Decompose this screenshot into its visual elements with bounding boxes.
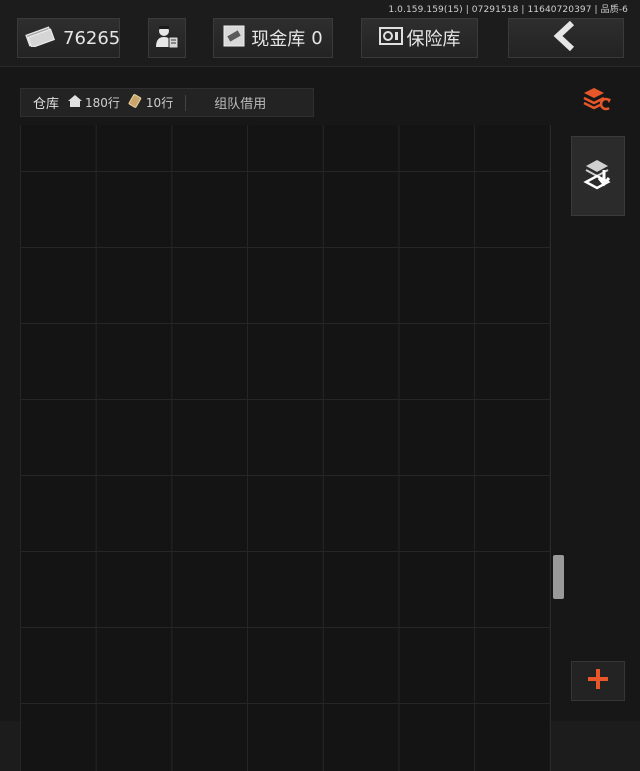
tab-team-borrow[interactable]: 组队借用 bbox=[214, 93, 266, 112]
agent-button[interactable] bbox=[148, 18, 186, 58]
money-display[interactable]: 76265 bbox=[17, 18, 120, 58]
top-bar: 76265 现金库 0 保险库 bbox=[0, 10, 640, 66]
money-icon bbox=[25, 25, 55, 51]
warehouse-tab-bar: 仓库 180行 10行 组队借用 bbox=[20, 88, 314, 117]
safe-vault-button[interactable]: 保险库 bbox=[361, 18, 478, 58]
warehouse-panel: 仓库 180行 10行 组队借用 bbox=[0, 66, 640, 771]
home-rows: 180行 bbox=[67, 94, 120, 111]
agent-icon bbox=[154, 23, 180, 53]
home-icon bbox=[67, 94, 83, 111]
add-button[interactable] bbox=[571, 661, 625, 701]
ticket-icon bbox=[128, 93, 144, 112]
back-button[interactable] bbox=[508, 18, 624, 58]
home-rows-value: 180行 bbox=[85, 96, 120, 110]
extra-rows: 10行 bbox=[128, 93, 173, 112]
import-icon bbox=[583, 157, 613, 195]
safe-icon bbox=[378, 26, 403, 50]
tab-warehouse[interactable]: 仓库 bbox=[33, 93, 59, 112]
cash-vault-icon bbox=[223, 25, 245, 51]
scrollbar-thumb[interactable] bbox=[553, 555, 564, 599]
cash-vault-value: 0 bbox=[311, 27, 323, 49]
scrollbar-track[interactable] bbox=[550, 125, 566, 771]
tab-divider bbox=[185, 94, 187, 111]
safe-label: 保险库 bbox=[406, 29, 461, 50]
cash-vault-label: 现金库 bbox=[251, 29, 306, 50]
side-toolbar bbox=[571, 66, 627, 720]
cash-vault-button[interactable]: 现金库 0 bbox=[213, 18, 333, 58]
import-button[interactable] bbox=[571, 136, 625, 216]
sort-icon bbox=[582, 86, 614, 116]
back-arrow-icon bbox=[552, 20, 580, 55]
extra-rows-value: 10行 bbox=[145, 96, 174, 110]
plus-icon bbox=[587, 668, 609, 694]
sort-button[interactable] bbox=[571, 76, 625, 126]
inventory-grid[interactable] bbox=[20, 125, 551, 771]
money-value: 76265 bbox=[63, 27, 121, 49]
